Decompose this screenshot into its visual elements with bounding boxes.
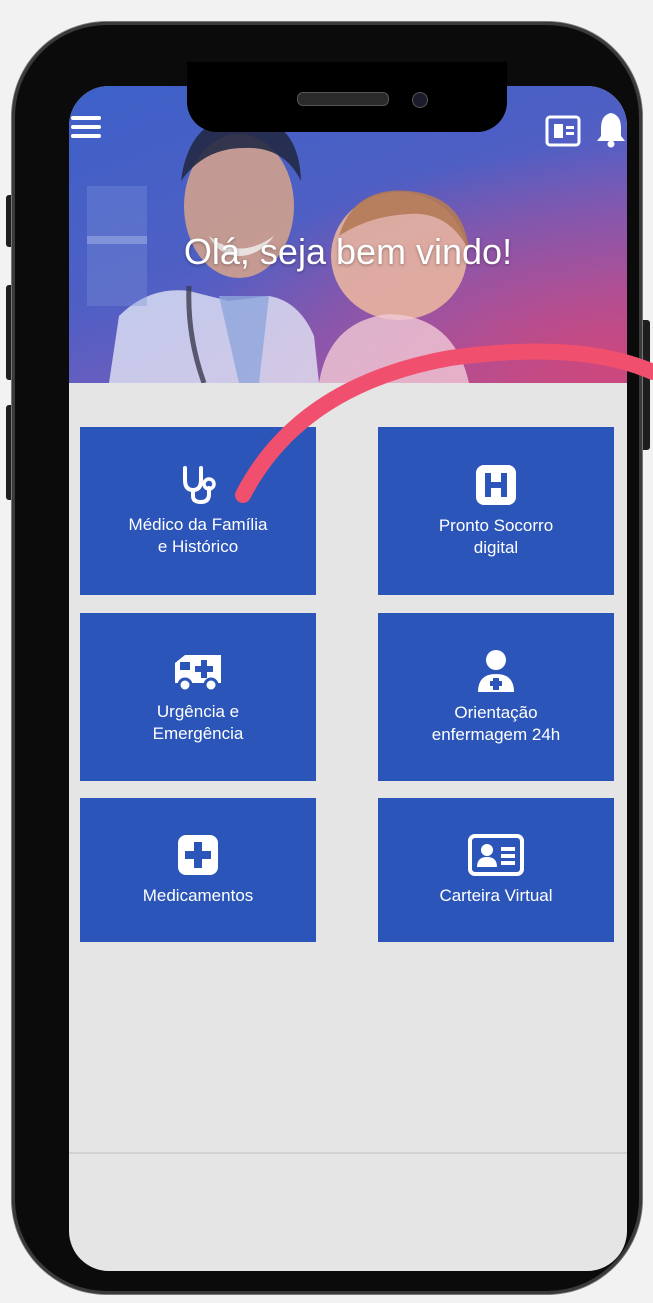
tile-nursing-guidance[interactable]: Orientação enfermagem 24h: [378, 613, 614, 781]
virtual-card-icon: [468, 834, 524, 876]
earpiece-speaker: [297, 92, 389, 106]
tile-label-line1: Medicamentos: [142, 886, 254, 905]
hospital-icon: [476, 465, 516, 505]
nurse-icon: [478, 650, 514, 692]
hamburger-menu-icon[interactable]: [71, 116, 101, 140]
tile-medications[interactable]: Medicamentos: [80, 798, 316, 942]
phone-notch: [187, 62, 507, 132]
bottom-divider: [69, 1152, 627, 1154]
stage: Olá, seja bem vindo! Médico da Família e…: [0, 0, 653, 1303]
tile-family-doctor[interactable]: Médico da Família e Histórico: [80, 427, 316, 595]
tile-label-line2: e Histórico: [157, 537, 239, 556]
tile-label-line1: Médico da Família: [128, 515, 268, 534]
tile-urgency-emergency[interactable]: Urgência e Emergência: [80, 613, 316, 781]
stethoscope-icon: [183, 466, 216, 505]
front-camera: [412, 92, 428, 108]
ambulance-icon: [175, 655, 221, 693]
tile-label-line1: Orientação: [454, 703, 538, 722]
welcome-greeting: Olá, seja bem vindo!: [183, 231, 513, 272]
tile-label-line1: Pronto Socorro: [438, 516, 554, 535]
tile-digital-emergency-room[interactable]: Pronto Socorro digital: [378, 427, 614, 595]
bell-icon[interactable]: [596, 110, 626, 148]
app-screen: Olá, seja bem vindo! Médico da Família e…: [69, 86, 627, 1271]
tile-label-line2: Emergência: [152, 724, 244, 743]
phone-frame: Olá, seja bem vindo! Médico da Família e…: [12, 22, 642, 1294]
tile-label-line1: Carteira Virtual: [439, 886, 553, 905]
tile-virtual-card[interactable]: Carteira Virtual: [378, 798, 614, 942]
tile-label-line2: digital: [473, 538, 519, 557]
tile-label-line1: Urgência e: [156, 702, 240, 721]
medical-cross-icon: [178, 835, 218, 875]
tile-label-line2: enfermagem 24h: [431, 725, 561, 744]
id-card-icon[interactable]: [545, 115, 581, 147]
